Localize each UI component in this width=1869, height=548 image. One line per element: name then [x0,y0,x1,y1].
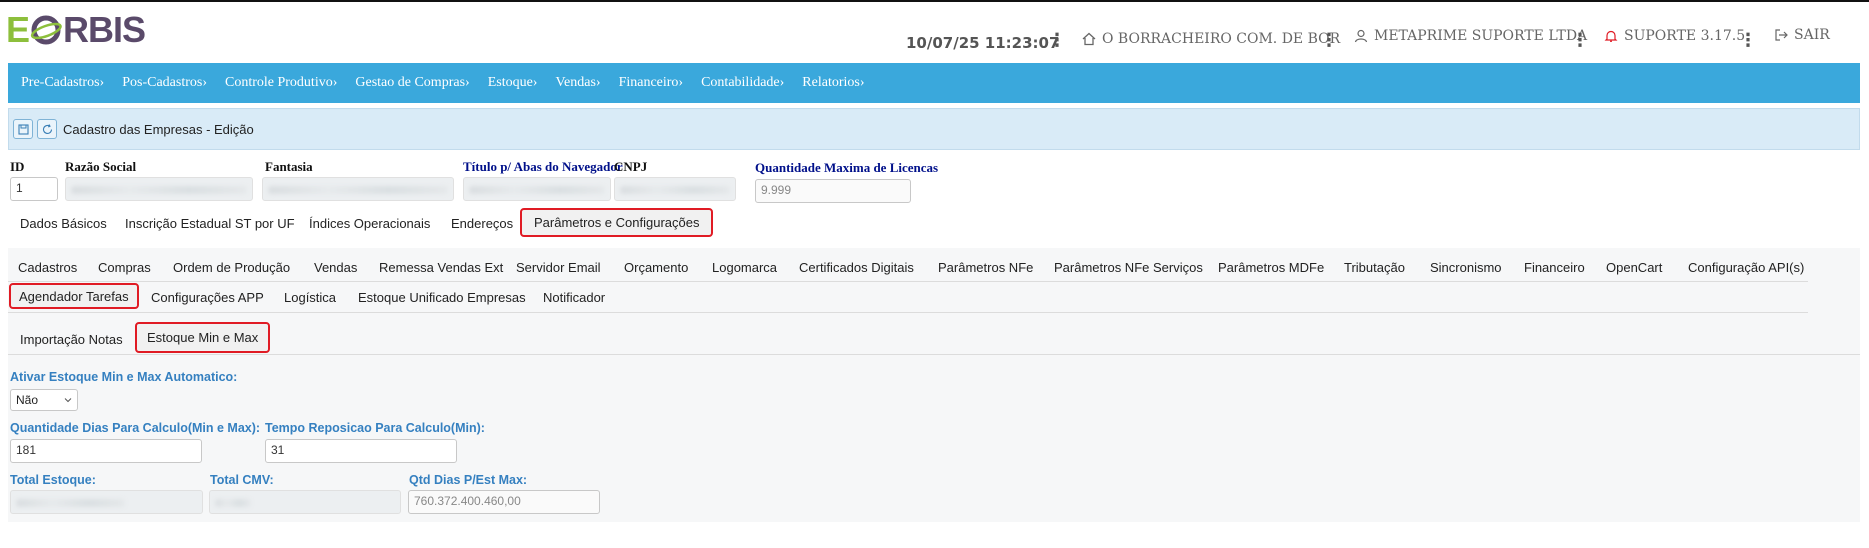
tab-configuracao-apis[interactable]: Configuração API(s) [1680,254,1812,280]
tab-importacao-notas[interactable]: Importação Notas [12,326,131,352]
kebab-icon[interactable]: ⋮ [1739,28,1757,52]
qtd-dias-est-max-field[interactable]: 760.372.400.460,00 [408,490,600,514]
fantasia-label: Fantasia [265,159,313,174]
logo-orb-icon [30,15,62,45]
home-icon [1082,32,1096,46]
tab-inscricao-estadual[interactable]: Inscrição Estadual ST por UF [117,210,303,236]
tab-logistica[interactable]: Logística [276,284,344,310]
kebab-icon[interactable]: ⋮ [1048,28,1066,52]
tab-notificador[interactable]: Notificador [535,284,613,310]
menu-pre-cadastros[interactable]: Pre-Cadastros› [21,75,104,91]
licencas-label: Quantidade Maxima de Licencas [755,160,939,175]
tab-vendas[interactable]: Vendas [306,254,365,280]
tab-enderecos[interactable]: Endereços [443,210,521,236]
tab-parametros-mdfe[interactable]: Parâmetros MDFe [1210,254,1332,280]
tab-financeiro[interactable]: Financeiro [1516,254,1593,280]
menu-estoque[interactable]: Estoque› [488,75,538,91]
logout-label: SAIR [1794,27,1830,43]
datetime: 10/07/25 11:23:07 [906,34,1060,52]
tab-cadastros[interactable]: Cadastros [10,254,85,280]
tab-certificados-digitais[interactable]: Certificados Digitais [791,254,922,280]
tab-divider [8,312,1808,313]
tab-divider [8,354,1860,355]
tab-sincronismo[interactable]: Sincronismo [1422,254,1510,280]
total-estoque-field[interactable] [10,490,203,514]
chevron-down-icon [64,398,72,403]
tab-tributacao[interactable]: Tributação [1336,254,1413,280]
bell-icon [1604,30,1618,42]
user-menu[interactable]: METAPRIME SUPORTE LTDA [1354,21,1587,51]
logo[interactable]: E RBIS [6,9,146,50]
menu-contabilidade[interactable]: Contabilidade› [701,75,784,91]
id-field[interactable]: 1 [10,177,58,201]
logout-button[interactable]: SAIR [1774,20,1830,50]
tab-servidor-email[interactable]: Servidor Email [508,254,609,280]
tab-remessa-vendas-ext[interactable]: Remessa Vendas Ext [371,254,511,280]
menu-gestao-compras[interactable]: Gestao de Compras› [355,75,469,91]
main-menu: Pre-Cadastros› Pos-Cadastros› Controle P… [8,63,1860,103]
logo-letter-e: E [6,9,30,50]
tab-estoque-unificado[interactable]: Estoque Unificado Empresas [350,284,534,310]
tempo-reposicao-label: Tempo Reposicao Para Calculo(Min): [265,421,485,435]
tab-ordem-producao[interactable]: Ordem de Produção [165,254,298,280]
menu-pos-cadastros[interactable]: Pos-Cadastros› [122,75,207,91]
company-selector[interactable]: O BORRACHEIRO COM. DE BOR [1082,24,1340,54]
kebab-icon[interactable]: ⋮ [1320,28,1338,52]
menu-controle-produtivo[interactable]: Controle Produtivo› [225,75,337,91]
cnpj-field[interactable] [614,177,736,201]
support-menu[interactable]: SUPORTE 3.17.5 [1604,21,1745,51]
razao-social-label: Razão Social [65,159,137,174]
tab-parametros-nfe[interactable]: Parâmetros NFe [930,254,1041,280]
page-title: Cadastro das Empresas - Edição [63,121,254,137]
total-cmv-field[interactable] [209,490,401,514]
titulo-abas-label: Título p/ Abas do Navegador [463,159,623,174]
kebab-icon[interactable]: ⋮ [1571,28,1589,52]
titulo-abas-field[interactable] [463,177,611,201]
menu-financeiro[interactable]: Financeiro› [619,75,684,91]
company-name: O BORRACHEIRO COM. DE BOR [1102,31,1341,47]
support-label: SUPORTE 3.17.5 [1624,28,1746,44]
tab-divider [8,281,1808,282]
qtd-dias-est-max-label: Qtd Dias P/Est Max: [409,473,528,487]
ativar-estoque-label: Ativar Estoque Min e Max Automatico: [10,370,238,384]
tab-agendador-tarefas[interactable]: Agendador Tarefas [9,283,139,309]
menu-relatorios[interactable]: Relatorios› [802,75,864,91]
header: E RBIS 10/07/25 11:23:07 ⋮ O BORRACHEIRO… [0,2,1869,64]
tab-estoque-min-max[interactable]: Estoque Min e Max [135,322,271,353]
tab-configuracoes-app[interactable]: Configurações APP [143,284,272,310]
id-label: ID [10,159,25,174]
tempo-reposicao-field[interactable]: 31 [265,439,457,463]
total-estoque-label: Total Estoque: [10,473,96,487]
tab-parametros-configuracoes[interactable]: Parâmetros e Configurações [520,208,714,237]
user-name: METAPRIME SUPORTE LTDA [1374,28,1588,44]
user-icon [1354,29,1368,43]
tab-orcamento[interactable]: Orçamento [616,254,696,280]
logout-icon [1775,29,1788,41]
total-cmv-label: Total CMV: [210,473,274,487]
cnpj-label: CNPJ [614,159,648,174]
ativar-estoque-select[interactable]: Não [10,389,78,411]
razao-social-field[interactable] [65,177,253,201]
tab-parametros-nfe-servicos[interactable]: Parâmetros NFe Serviços [1046,254,1211,280]
refresh-icon [42,123,52,134]
tab-opencart[interactable]: OpenCart [1598,254,1670,280]
tab-dados-basicos[interactable]: Dados Básicos [12,210,115,236]
menu-vendas[interactable]: Vendas› [555,75,600,91]
tab-compras[interactable]: Compras [90,254,159,280]
refresh-button[interactable] [37,119,57,139]
licencas-field[interactable]: 9.999 [755,179,911,203]
dias-calculo-label: Quantidade Dias Para Calculo(Min e Max): [10,421,261,435]
dias-calculo-field[interactable]: 181 [10,439,202,463]
save-icon [17,123,29,135]
logo-text: RBIS [63,9,146,50]
tab-indices-operacionais[interactable]: Índices Operacionais [301,210,438,236]
ativar-estoque-value: Não [16,393,39,407]
save-button[interactable] [13,119,33,139]
form-toolbar: Cadastro das Empresas - Edição [8,108,1860,150]
tab-logomarca[interactable]: Logomarca [704,254,785,280]
fantasia-field[interactable] [262,177,454,201]
